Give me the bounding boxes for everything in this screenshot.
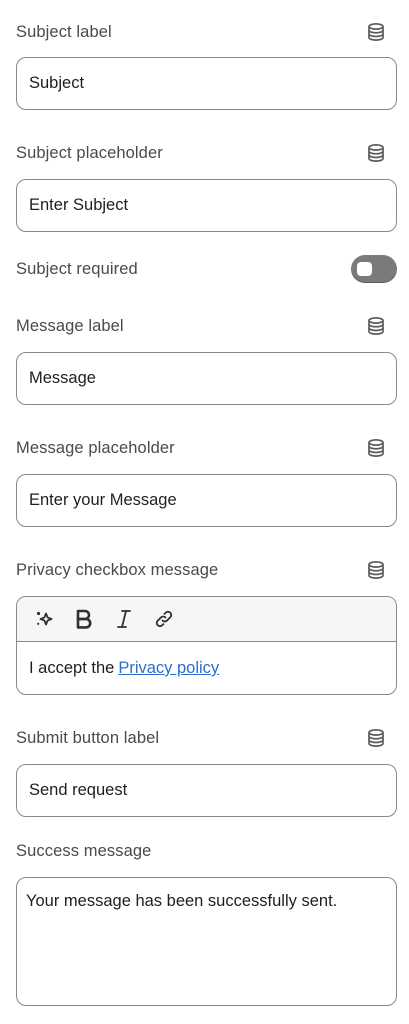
toggle-knob xyxy=(357,262,372,276)
success-message-title: Success message xyxy=(16,841,152,860)
dynamic-source-icon[interactable] xyxy=(365,142,387,164)
message-label-row: Message label xyxy=(16,314,393,338)
magic-icon[interactable] xyxy=(29,604,59,634)
settings-panel: Subject label Subject placeholder xyxy=(0,0,409,1024)
rte-content[interactable]: I accept the Privacy policy xyxy=(17,642,396,694)
submit-button-label-field[interactable] xyxy=(16,764,397,817)
dynamic-source-icon[interactable] xyxy=(365,559,387,581)
message-label-field[interactable] xyxy=(16,352,397,405)
success-message-row: Success message xyxy=(16,839,393,863)
dynamic-source-icon[interactable] xyxy=(365,727,387,749)
success-message-textarea[interactable]: Your message has been successfully sent. xyxy=(16,877,397,1006)
subject-required-title: Subject required xyxy=(16,259,138,278)
subject-label-row: Subject label xyxy=(16,20,393,44)
privacy-rich-text-editor[interactable]: I accept the Privacy policy xyxy=(16,596,397,695)
dynamic-source-icon[interactable] xyxy=(365,315,387,337)
subject-placeholder-field[interactable] xyxy=(16,179,397,232)
bold-icon[interactable] xyxy=(69,604,99,634)
privacy-policy-link[interactable]: Privacy policy xyxy=(118,659,219,678)
message-placeholder-field[interactable] xyxy=(16,474,397,527)
message-placeholder-row: Message placeholder xyxy=(16,436,393,460)
subject-required-toggle[interactable] xyxy=(351,255,397,283)
subject-label-input[interactable] xyxy=(29,74,384,93)
message-label-input[interactable] xyxy=(29,369,384,388)
submit-button-label-input[interactable] xyxy=(29,781,384,800)
privacy-checkbox-title: Privacy checkbox message xyxy=(16,560,219,579)
link-icon[interactable] xyxy=(149,604,179,634)
subject-placeholder-title: Subject placeholder xyxy=(16,143,163,162)
privacy-text: I accept the xyxy=(29,659,115,677)
message-label-title: Message label xyxy=(16,316,124,335)
subject-placeholder-input[interactable] xyxy=(29,196,384,215)
italic-icon[interactable] xyxy=(109,604,139,634)
submit-button-label-title: Submit button label xyxy=(16,728,160,747)
rte-toolbar xyxy=(17,597,396,642)
subject-label-title: Subject label xyxy=(16,22,112,41)
dynamic-source-icon[interactable] xyxy=(365,21,387,43)
subject-label-field[interactable] xyxy=(16,57,397,110)
message-placeholder-input[interactable] xyxy=(29,491,384,510)
subject-placeholder-row: Subject placeholder xyxy=(16,141,393,165)
message-placeholder-title: Message placeholder xyxy=(16,438,175,457)
dynamic-source-icon[interactable] xyxy=(365,437,387,459)
privacy-checkbox-row: Privacy checkbox message xyxy=(16,558,393,582)
subject-required-row: Subject required xyxy=(16,257,393,281)
success-message-text: Your message has been successfully sent. xyxy=(26,892,338,910)
submit-button-label-row: Submit button label xyxy=(16,726,393,750)
